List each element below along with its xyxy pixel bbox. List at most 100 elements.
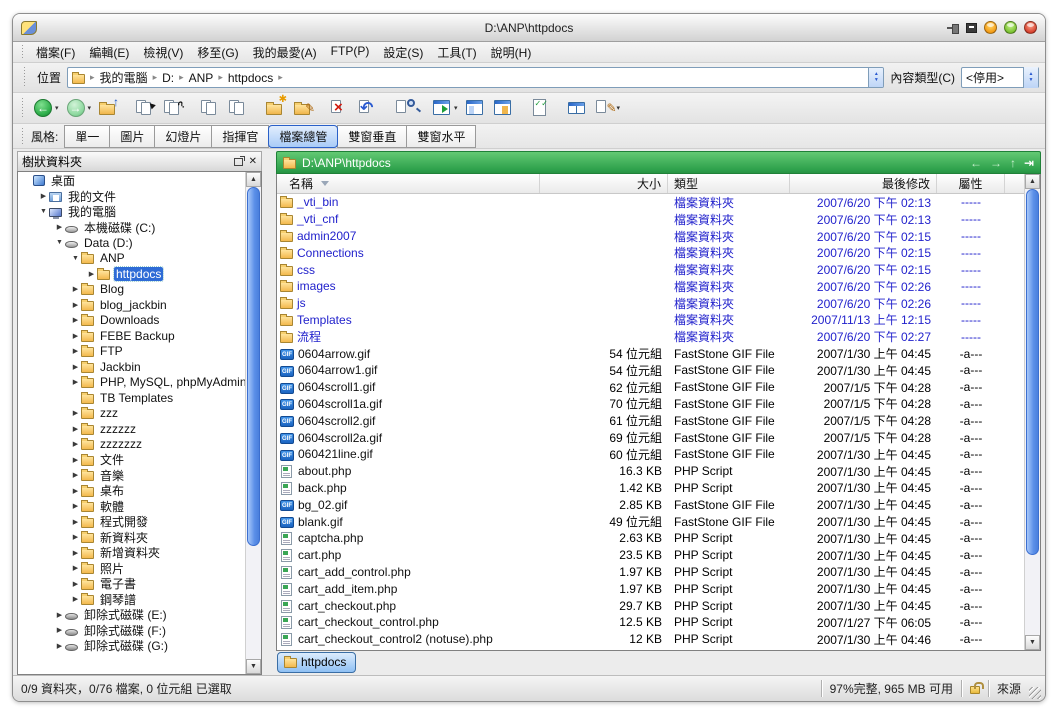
back-button[interactable]: ←▾ [29, 95, 62, 121]
tree-item[interactable]: ▶FEBE Backup [18, 328, 245, 344]
style-tab-圖片[interactable]: 圖片 [109, 125, 155, 148]
rename-button[interactable]: ✎ [289, 95, 317, 121]
pin-icon[interactable] [947, 24, 959, 32]
search-button[interactable] [391, 95, 419, 121]
file-row[interactable]: admin2007檔案資料夾2007/6/20 下午 02:15----- [277, 228, 1024, 245]
style-tab-雙窗垂直[interactable]: 雙窗垂直 [337, 125, 407, 148]
tree-item[interactable]: ▶鋼琴譜 [18, 592, 245, 608]
expand-icon[interactable]: ▶ [70, 533, 81, 541]
file-row[interactable]: bg_02.gif2.85 KBFastStone GIF File2007/1… [277, 496, 1024, 513]
expand-icon[interactable]: ▶ [70, 378, 81, 386]
view-details-button[interactable] [461, 95, 489, 121]
tree-item[interactable]: ▼Data (D:) [18, 235, 245, 251]
file-row[interactable]: _vti_bin檔案資料夾2007/6/20 下午 02:13----- [277, 194, 1024, 211]
location-grip[interactable] [23, 67, 27, 87]
style-tab-單一[interactable]: 單一 [64, 125, 110, 148]
expand-icon[interactable]: ▶ [54, 626, 65, 634]
tree-item[interactable]: ▶卸除式磁碟 (E:) [18, 607, 245, 623]
scroll-down-icon[interactable]: ▼ [1025, 635, 1040, 650]
tray-icon[interactable] [966, 23, 977, 33]
expand-icon[interactable]: ▶ [54, 223, 65, 231]
up-level-button[interactable]: ↑ [94, 95, 122, 121]
file-row[interactable]: 0604scroll2.gif61 位元組FastStone GIF File2… [277, 412, 1024, 429]
file-row[interactable]: Connections檔案資料夾2007/6/20 下午 02:15----- [277, 244, 1024, 261]
tree-item[interactable]: ▶卸除式磁碟 (G:) [18, 638, 245, 654]
column-size[interactable]: 大小 [540, 174, 668, 193]
collapse-icon[interactable]: ▼ [54, 239, 65, 246]
expand-icon[interactable]: ▶ [70, 425, 81, 433]
tree-item[interactable]: ▶Blog [18, 282, 245, 298]
menu-item[interactable]: FTP(P) [324, 42, 377, 63]
file-row[interactable]: css檔案資料夾2007/6/20 下午 02:15----- [277, 261, 1024, 278]
undock-icon[interactable] [234, 158, 243, 166]
file-row[interactable]: cart_add_control.php1.97 KBPHP Script200… [277, 564, 1024, 581]
file-row[interactable]: about.php16.3 KBPHP Script2007/1/30 上午 0… [277, 463, 1024, 480]
column-attributes[interactable]: 屬性 [937, 174, 1005, 193]
expand-icon[interactable]: ▶ [54, 611, 65, 619]
tab-httpdocs[interactable]: httpdocs [277, 652, 356, 673]
nav-last-icon[interactable]: ⇥ [1024, 156, 1034, 170]
expand-icon[interactable]: ▶ [70, 564, 81, 572]
file-row[interactable]: Templates檔案資料夾2007/11/13 上午 12:15----- [277, 312, 1024, 329]
menu-item[interactable]: 工具(T) [430, 42, 483, 63]
expand-icon[interactable]: ▶ [70, 456, 81, 464]
tree-item[interactable]: ▶新增資料夾 [18, 545, 245, 561]
file-row[interactable]: 0604arrow.gif54 位元組FastStone GIF File200… [277, 345, 1024, 362]
tree-scroll-thumb[interactable] [247, 187, 260, 546]
tree-item[interactable]: ▶軟體 [18, 499, 245, 515]
file-row[interactable]: blank.gif49 位元組FastStone GIF File2007/1/… [277, 513, 1024, 530]
content-type-spinner[interactable]: ▲▼ [1023, 67, 1038, 88]
tree-item[interactable]: ▶zzzzzzz [18, 437, 245, 453]
menu-item[interactable]: 說明(H) [484, 42, 539, 63]
expand-icon[interactable]: ▶ [70, 285, 81, 293]
tree-scrollbar[interactable]: ▲ ▼ [245, 172, 261, 674]
minimize-button[interactable] [984, 21, 997, 34]
tree-item[interactable]: ▶新資料夾 [18, 530, 245, 546]
file-row[interactable]: cart_checkout.php29.7 KBPHP Script2007/1… [277, 597, 1024, 614]
tree-item[interactable]: ▶Jackbin [18, 359, 245, 375]
breadcrumb-spinner[interactable]: ▲▼ [868, 67, 883, 88]
checklist-button[interactable]: ✓✓ [526, 95, 554, 121]
breadcrumb-item[interactable]: 我的電腦 [100, 69, 148, 86]
expand-icon[interactable]: ▶ [70, 595, 81, 603]
select-filetype-button[interactable]: ? [159, 95, 187, 121]
content-type-select[interactable]: <停用> ▲▼ [961, 67, 1039, 88]
file-scrollbar[interactable]: ▲ ▼ [1024, 174, 1040, 650]
dropdown-caret-icon[interactable]: ▾ [88, 104, 92, 112]
file-row[interactable]: 流程檔案資料夾2007/6/20 下午 02:27----- [277, 328, 1024, 345]
tree-item[interactable]: ▶卸除式磁碟 (F:) [18, 623, 245, 639]
column-modified[interactable]: 最後修改 [790, 174, 937, 193]
undo-button[interactable]: ↶ [354, 95, 382, 121]
column-type[interactable]: 類型 [668, 174, 790, 193]
tree-item[interactable]: ▼ANP [18, 251, 245, 267]
file-row[interactable]: back.php1.42 KBPHP Script2007/1/30 上午 04… [277, 480, 1024, 497]
tree-item[interactable]: ▶桌布 [18, 483, 245, 499]
nav-up-icon[interactable]: ↑ [1010, 156, 1016, 170]
unlock-icon[interactable] [970, 686, 980, 694]
tree-item[interactable]: ▶照片 [18, 561, 245, 577]
style-tab-幻燈片[interactable]: 幻燈片 [154, 125, 212, 148]
tree-item[interactable]: ▶文件 [18, 452, 245, 468]
dropdown-caret-icon[interactable]: ▾ [55, 104, 59, 112]
expand-icon[interactable]: ▶ [70, 440, 81, 448]
expand-icon[interactable]: ▶ [70, 580, 81, 588]
dropdown-caret-icon[interactable]: ▾ [617, 104, 621, 112]
file-row[interactable]: 0604arrow1.gif54 位元組FastStone GIF File20… [277, 362, 1024, 379]
nav-forward-icon[interactable]: → [990, 156, 1002, 170]
breadcrumb-item[interactable]: D: [162, 71, 174, 85]
maximize-button[interactable] [1004, 21, 1017, 34]
style-grip[interactable] [21, 128, 25, 145]
menu-item[interactable]: 我的最愛(A) [246, 42, 324, 63]
file-row[interactable]: 0604scroll1.gif62 位元組FastStone GIF File2… [277, 379, 1024, 396]
column-name[interactable]: 名稱 [277, 174, 540, 193]
file-row[interactable]: cart.php23.5 KBPHP Script2007/1/30 上午 04… [277, 547, 1024, 564]
file-row[interactable]: cart_checkout_control.php12.5 KBPHP Scri… [277, 614, 1024, 631]
collapse-icon[interactable]: ▼ [38, 208, 49, 215]
file-row[interactable]: captcha.php2.63 KBPHP Script2007/1/30 上午… [277, 530, 1024, 547]
new-folder-button[interactable]: ✱ [261, 95, 289, 121]
expand-icon[interactable]: ▶ [70, 316, 81, 324]
file-row[interactable]: 0604scroll2a.gif69 位元組FastStone GIF File… [277, 429, 1024, 446]
expand-icon[interactable]: ▶ [70, 409, 81, 417]
breadcrumb-item[interactable]: httpdocs [228, 71, 273, 85]
scroll-down-icon[interactable]: ▼ [246, 659, 261, 674]
